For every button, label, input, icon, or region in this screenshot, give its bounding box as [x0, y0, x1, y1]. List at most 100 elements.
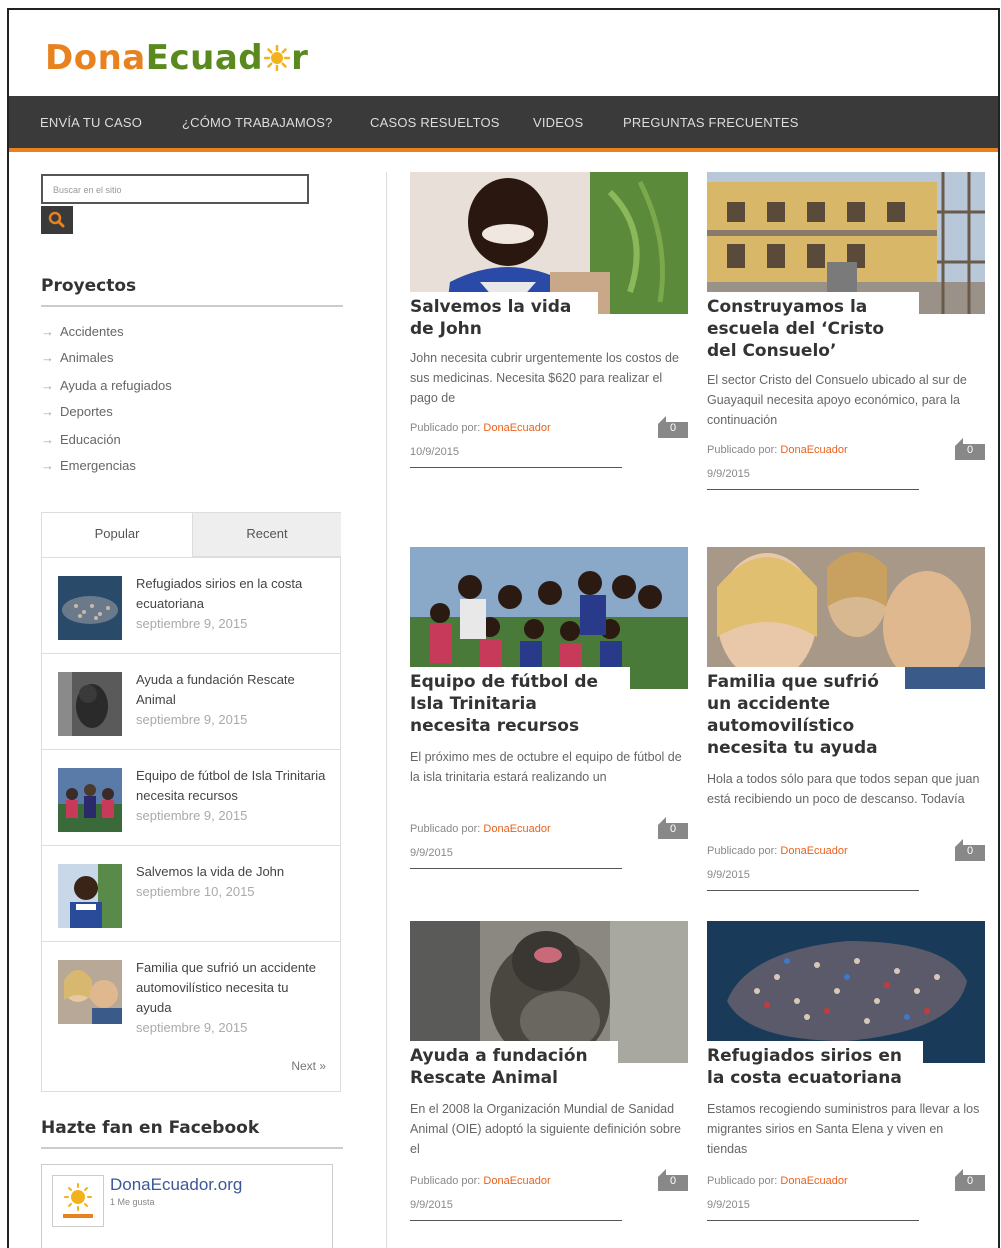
popular-item-date: septiembre 10, 2015 — [136, 884, 255, 899]
post-meta: Publicado por: DonaEcuador — [707, 444, 848, 456]
category-item[interactable]: → Emergencias — [41, 458, 136, 473]
post-title[interactable]: Refugiados sirios en la costa ecuatorian… — [707, 1041, 923, 1089]
divider — [707, 890, 919, 891]
search-icon — [48, 211, 65, 228]
post-author[interactable]: DonaEcuador — [780, 1175, 847, 1187]
page-frame: DonaEcuad r ENVÍA TU CASO ¿CÓMO TRABAJAMO… — [7, 8, 1000, 1248]
post-author[interactable]: DonaEcuador — [483, 823, 550, 835]
divider — [410, 467, 622, 468]
post-date: 9/9/2015 — [707, 869, 750, 881]
popular-item[interactable]: Refugiados sirios en la costa ecuatorian… — [42, 557, 340, 654]
divider — [707, 1220, 919, 1221]
category-label: Educación — [60, 432, 121, 447]
post-title[interactable]: Familia que sufrió un accidente automovi… — [707, 667, 905, 759]
category-item[interactable]: → Animales — [41, 350, 113, 365]
nav-videos[interactable]: VIDEOS — [533, 115, 583, 130]
post-title[interactable]: Ayuda a fundación Rescate Animal — [410, 1041, 618, 1089]
post-meta: Publicado por: DonaEcuador — [410, 1175, 551, 1187]
comment-count[interactable]: 0 — [955, 1169, 985, 1191]
popular-item-date: septiembre 9, 2015 — [136, 712, 248, 727]
popular-item[interactable]: Salvemos la vida de John septiembre 10, 2… — [42, 845, 340, 942]
post-card: Construyamos la escuela del ‘Cristo del … — [707, 172, 985, 492]
post-card: Salvemos la vida de John John necesita c… — [410, 172, 688, 472]
post-meta: Publicado por: DonaEcuador — [410, 823, 551, 835]
post-meta: Publicado por: DonaEcuador — [707, 845, 848, 857]
category-item[interactable]: → Accidentes — [41, 324, 124, 339]
category-item[interactable]: → Ayuda a refugiados — [41, 378, 172, 393]
post-excerpt: John necesita cubrir urgentemente los co… — [410, 351, 679, 405]
column-divider — [386, 172, 387, 1248]
facebook-page-logo[interactable] — [52, 1175, 104, 1227]
post-title[interactable]: Construyamos la escuela del ‘Cristo del … — [707, 292, 919, 362]
post-card: Ayuda a fundación Rescate Animal En el 2… — [410, 921, 688, 1221]
comment-count-label: 0 — [967, 444, 974, 456]
search-input[interactable]: Buscar en el sitio — [41, 174, 309, 204]
sun-icon — [263, 40, 291, 72]
logo-text-dona: Dona — [45, 38, 146, 78]
popular-item[interactable]: Equipo de fútbol de Isla Trinitaria nece… — [42, 749, 340, 846]
site-logo[interactable]: DonaEcuad r — [45, 38, 308, 78]
popular-item-title: Salvemos la vida de John septiembre 10, 2… — [136, 864, 285, 899]
comment-count-label: 0 — [670, 823, 677, 835]
comment-count[interactable]: 0 — [658, 1169, 688, 1191]
category-item[interactable]: → Educación — [41, 432, 121, 447]
comment-count[interactable]: 0 — [955, 438, 985, 460]
facebook-page-name[interactable]: DonaEcuador.org — [110, 1175, 242, 1195]
popular-item-title: Equipo de fútbol de Isla Trinitaria nece… — [136, 768, 326, 823]
comment-count-label: 0 — [967, 1175, 974, 1187]
post-thumbnail — [58, 672, 122, 736]
sun-icon — [63, 1183, 93, 1218]
popular-recent-widget: Popular Recent Refugiados sirios en la c… — [41, 512, 341, 1092]
category-label: Accidentes — [60, 324, 124, 339]
post-author[interactable]: DonaEcuador — [483, 422, 550, 434]
arrow-icon: → — [41, 432, 54, 447]
post-excerpt: En el 2008 la Organización Mundial de Sa… — [410, 1102, 681, 1156]
search-button[interactable] — [41, 206, 73, 234]
post-meta: Publicado por: DonaEcuador — [707, 1175, 848, 1187]
nav-casos-resueltos[interactable]: CASOS RESUELTOS — [370, 115, 500, 130]
post-author[interactable]: DonaEcuador — [483, 1175, 550, 1187]
post-title[interactable]: Equipo de fútbol de Isla Trinitaria nece… — [410, 667, 630, 737]
facebook-widget: DonaEcuador.org 1 Me gusta — [41, 1164, 333, 1248]
category-item[interactable]: → Deportes — [41, 404, 113, 419]
nav-envia-tu-caso[interactable]: ENVÍA TU CASO — [40, 115, 142, 130]
comment-count[interactable]: 0 — [658, 817, 688, 839]
tab-popular[interactable]: Popular — [42, 513, 192, 557]
popular-item[interactable]: Familia que sufrió un accidente automovi… — [42, 941, 340, 1038]
post-excerpt: Hola a todos sólo para que todos sepan q… — [707, 772, 980, 806]
comment-count-label: 0 — [670, 1175, 677, 1187]
nav-preguntas-frecuentes[interactable]: PREGUNTAS FRECUENTES — [623, 115, 799, 130]
nav-como-trabajamos[interactable]: ¿CÓMO TRABAJAMOS? — [182, 115, 333, 130]
arrow-icon: → — [41, 350, 54, 365]
post-card: Familia que sufrió un accidente automovi… — [707, 547, 985, 891]
popular-item-date: septiembre 9, 2015 — [136, 1020, 248, 1035]
facebook-heading: Hazte fan en Facebook — [41, 1118, 260, 1138]
category-label: Deportes — [60, 404, 113, 419]
comment-count[interactable]: 0 — [955, 839, 985, 861]
popular-item-title: Refugiados sirios en la costa ecuatorian… — [136, 576, 303, 631]
facebook-likes: 1 Me gusta — [110, 1197, 155, 1207]
popular-item[interactable]: Ayuda a fundación Rescate Animal septiemb… — [42, 653, 340, 750]
post-card: Refugiados sirios en la costa ecuatorian… — [707, 921, 985, 1221]
post-thumbnail — [58, 768, 122, 832]
category-label: Animales — [60, 350, 114, 365]
post-date: 9/9/2015 — [410, 1199, 453, 1211]
post-author[interactable]: DonaEcuador — [780, 444, 847, 456]
comment-count-label: 0 — [967, 845, 974, 857]
comment-count[interactable]: 0 — [658, 416, 688, 438]
divider — [410, 868, 622, 869]
category-label: Ayuda a refugiados — [60, 378, 172, 393]
next-link[interactable]: Next » — [291, 1059, 326, 1073]
tab-recent[interactable]: Recent — [192, 513, 341, 557]
arrow-icon: → — [41, 404, 54, 419]
post-date: 9/9/2015 — [707, 468, 750, 480]
post-excerpt: Estamos recogiendo suministros para llev… — [707, 1102, 980, 1156]
post-card: Equipo de fútbol de Isla Trinitaria nece… — [410, 547, 688, 869]
post-excerpt: El próximo mes de octubre el equipo de f… — [410, 750, 682, 784]
post-author[interactable]: DonaEcuador — [780, 845, 847, 857]
post-title[interactable]: Salvemos la vida de John — [410, 292, 598, 340]
post-date: 10/9/2015 — [410, 446, 459, 458]
divider — [41, 1147, 343, 1149]
arrow-icon: → — [41, 324, 54, 339]
post-thumbnail — [58, 576, 122, 640]
